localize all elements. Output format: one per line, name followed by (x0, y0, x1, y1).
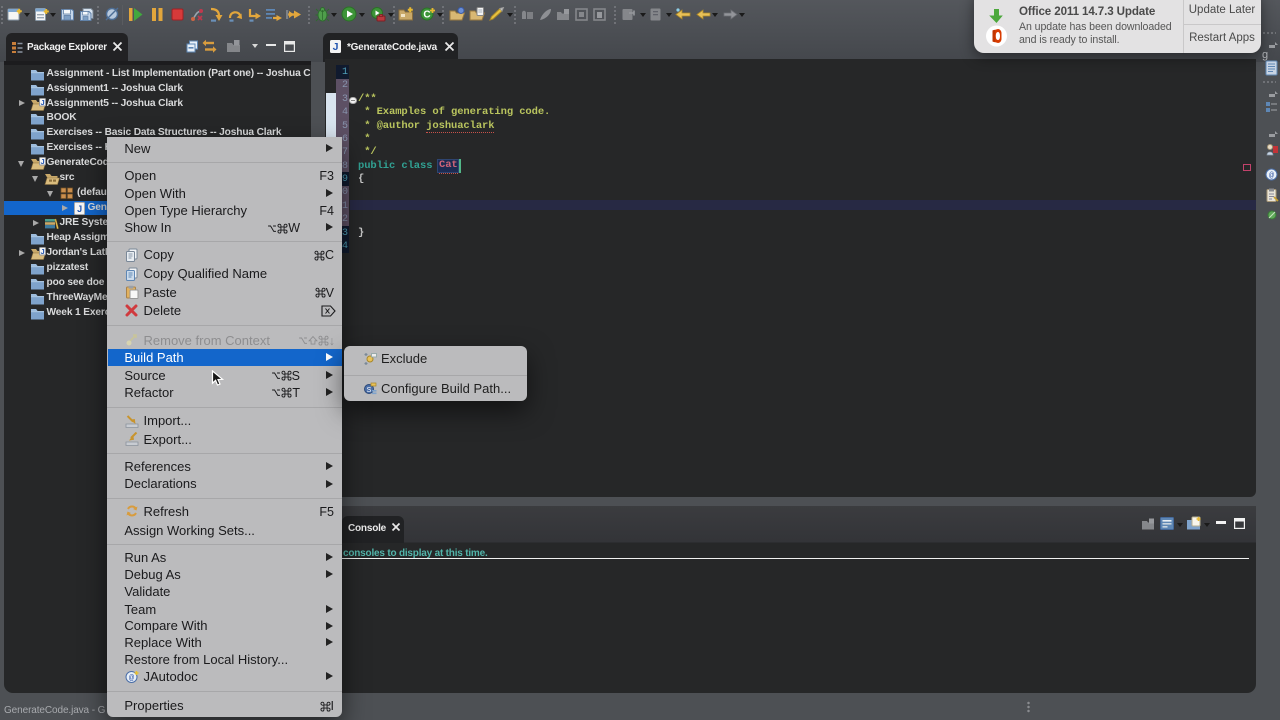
svg-text:J: J (77, 204, 82, 214)
svg-text:J: J (40, 247, 44, 256)
svg-text:C: C (423, 10, 430, 21)
svg-text:J: J (40, 98, 44, 107)
svg-text:@: @ (129, 673, 134, 683)
svg-text:S: S (367, 387, 372, 394)
svg-text:J: J (40, 157, 44, 166)
svg-text:@: @ (1269, 172, 1274, 181)
